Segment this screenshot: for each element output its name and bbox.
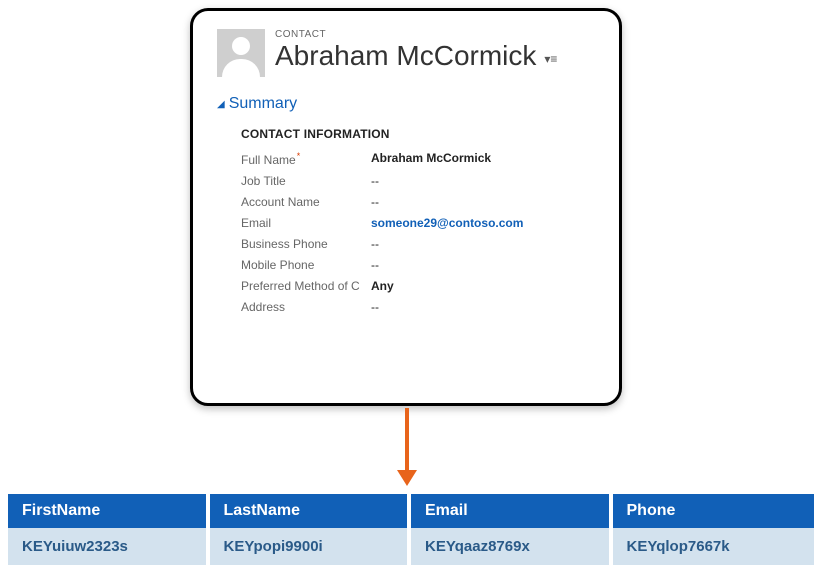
title-block: CONTACT Abraham McCormick ▾≡ [275, 29, 595, 72]
th-lastname: LastName [210, 494, 412, 528]
value-preferred-method[interactable]: Any [371, 279, 595, 293]
section-title: CONTACT INFORMATION [241, 127, 595, 141]
contact-name: Abraham McCormick [275, 40, 536, 72]
th-firstname: FirstName [8, 494, 210, 528]
record-type-label: CONTACT [275, 29, 595, 40]
avatar-icon [217, 29, 265, 77]
view-selector-icon[interactable]: ▾≡ [544, 46, 557, 66]
value-account-name[interactable]: -- [371, 195, 595, 209]
label-business-phone: Business Phone [241, 237, 371, 251]
value-address[interactable]: -- [371, 300, 595, 314]
label-account-name: Account Name [241, 195, 371, 209]
contact-fields: Full Name* Abraham McCormick Job Title -… [241, 151, 595, 314]
label-job-title: Job Title [241, 174, 371, 188]
value-email[interactable]: someone29@contoso.com [371, 216, 595, 230]
label-preferred-method: Preferred Method of C [241, 279, 371, 293]
value-full-name[interactable]: Abraham McCormick [371, 151, 595, 167]
record-name-row: Abraham McCormick ▾≡ [275, 40, 595, 72]
label-address: Address [241, 300, 371, 314]
value-job-title[interactable]: -- [371, 174, 595, 188]
label-full-name: Full Name* [241, 151, 371, 167]
label-email: Email [241, 216, 371, 230]
summary-label: Summary [229, 95, 297, 113]
td-firstname: KEYuiuw2323s [8, 528, 210, 565]
contact-card: CONTACT Abraham McCormick ▾≡ ◢ Summary C… [190, 8, 622, 406]
th-email: Email [411, 494, 613, 528]
arrow-down-icon [405, 408, 409, 472]
value-mobile-phone[interactable]: -- [371, 258, 595, 272]
label-mobile-phone: Mobile Phone [241, 258, 371, 272]
td-phone: KEYqlop7667k [613, 528, 815, 565]
summary-toggle[interactable]: ◢ Summary [217, 95, 595, 113]
td-email: KEYqaaz8769x [411, 528, 613, 565]
td-lastname: KEYpopi9900i [210, 528, 412, 565]
value-business-phone[interactable]: -- [371, 237, 595, 251]
caret-icon: ◢ [217, 99, 225, 110]
contact-header: CONTACT Abraham McCormick ▾≡ [217, 29, 595, 77]
data-table: FirstName LastName Email Phone KEYuiuw23… [8, 494, 814, 565]
th-phone: Phone [613, 494, 815, 528]
